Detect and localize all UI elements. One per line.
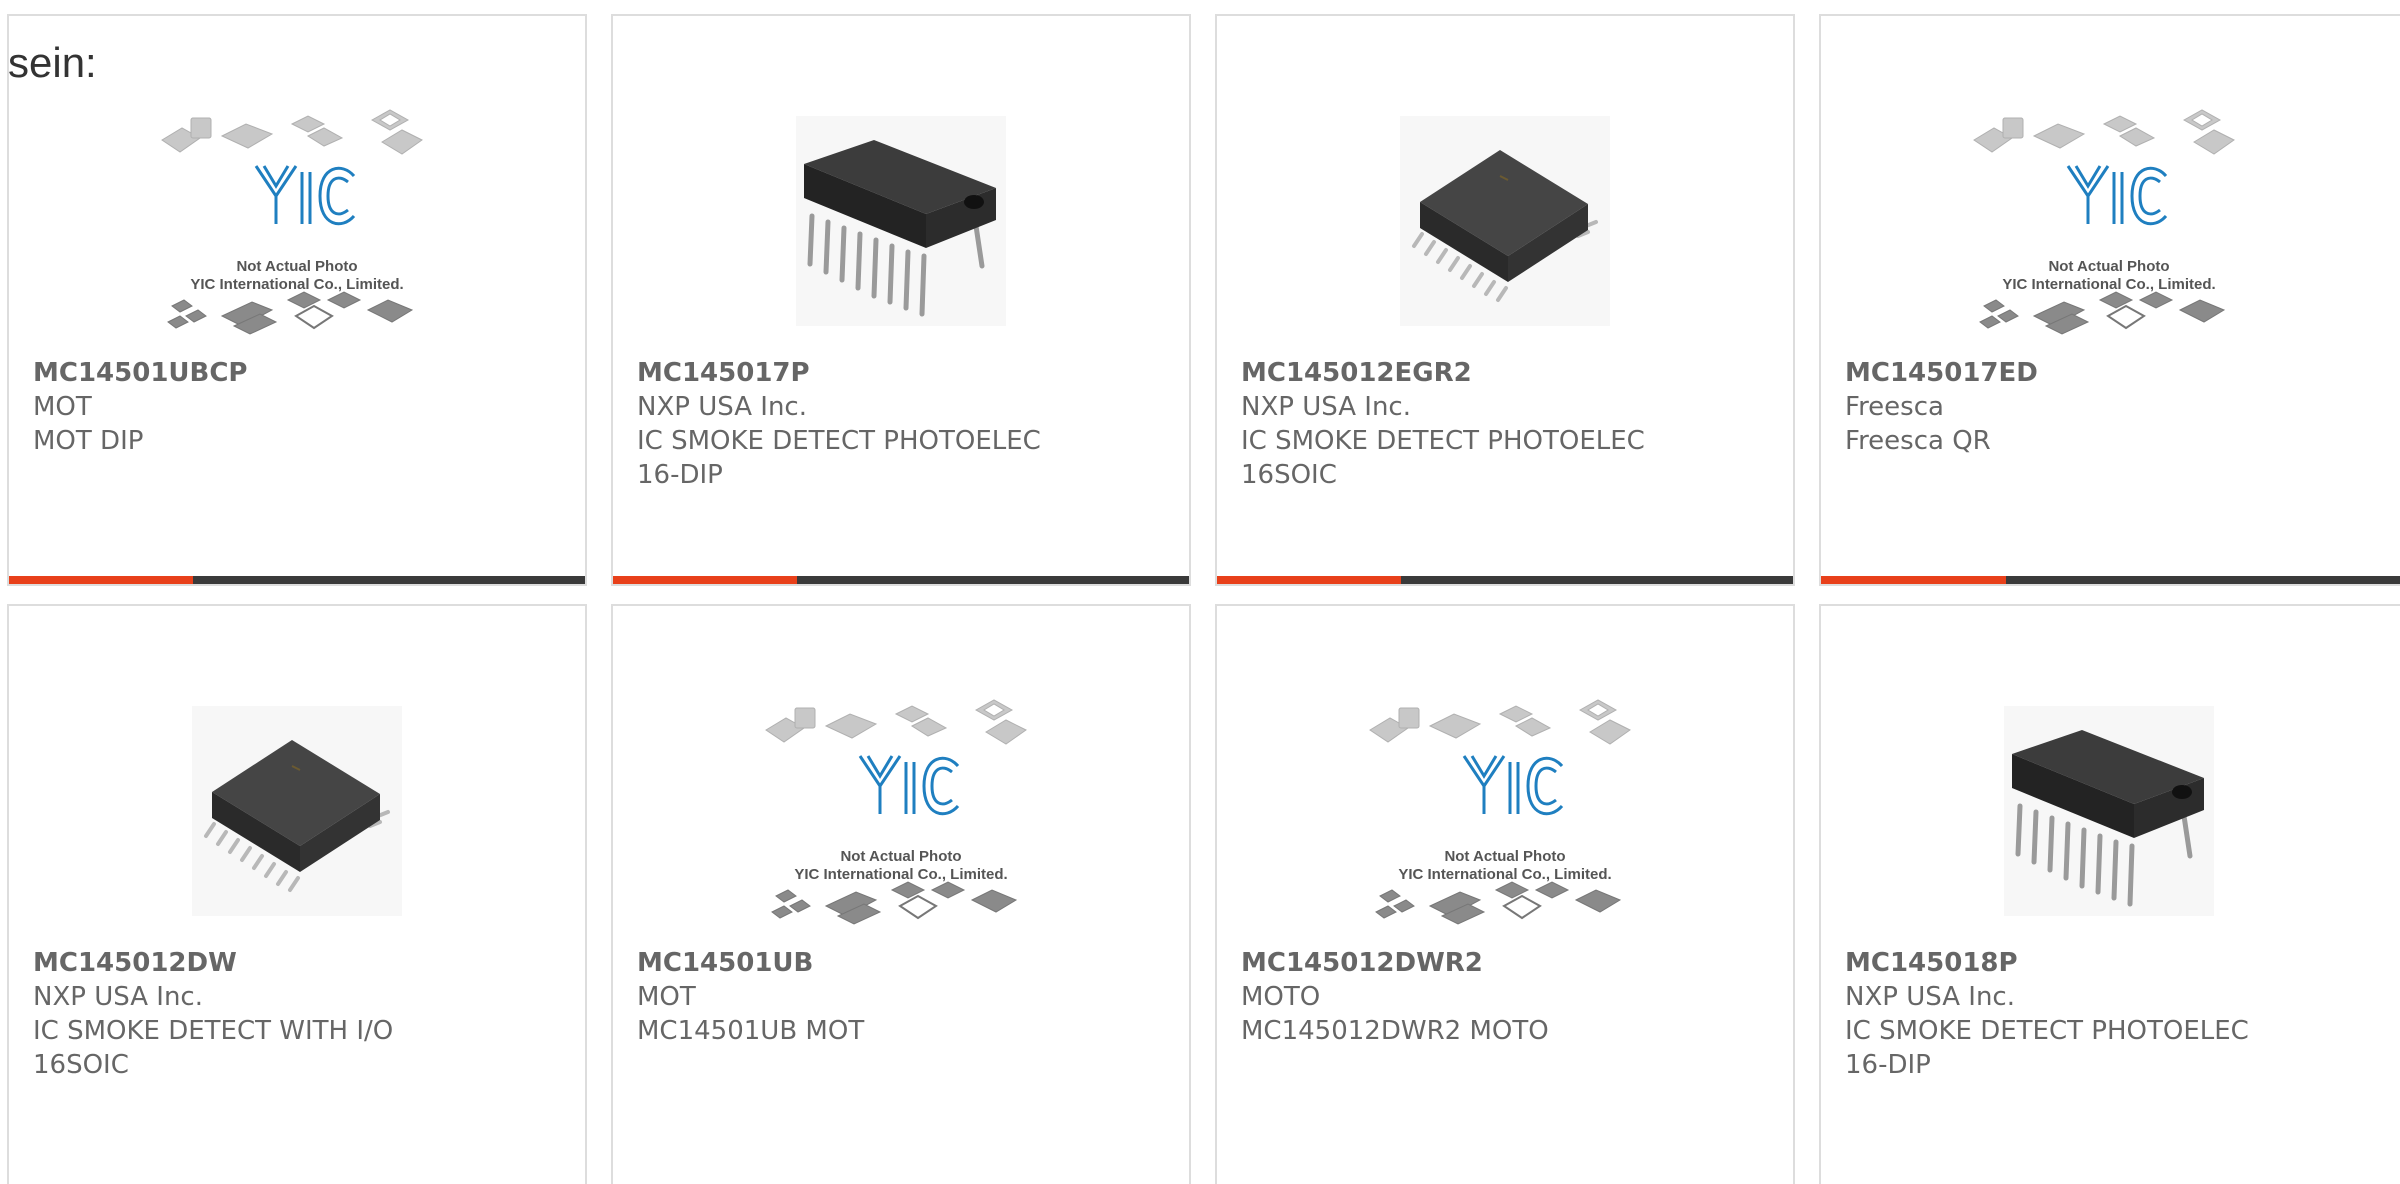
product-image-yic-placeholder[interactable]: Not Actual Photo YIC International Co., … [613, 666, 1189, 956]
placeholder-caption: Not Actual Photo YIC International Co., … [756, 848, 1046, 884]
package: 16-DIP [637, 460, 723, 490]
placeholder-caption-line1: Not Actual Photo [1444, 848, 1566, 865]
yic-placeholder-image-wrap: Not Actual Photo YIC International Co., … [152, 96, 442, 346]
card-bottom-bar [9, 576, 585, 584]
manufacturer: Freesca [1845, 392, 1944, 422]
description: Freesca QR [1845, 426, 1991, 456]
soic-chip-image-wrap [1400, 116, 1610, 326]
description: MC145012DWR2 MOTO [1241, 1016, 1549, 1046]
product-card[interactable]: Not Actual Photo YIC International Co., … [611, 604, 1191, 1184]
product-image-soic-chip[interactable] [1217, 76, 1793, 366]
soic-chip-image-wrap [192, 706, 402, 916]
placeholder-caption-line1: Not Actual Photo [236, 258, 358, 275]
soic-chip-icon [192, 706, 402, 916]
manufacturer: MOT [33, 392, 92, 422]
product-image-yic-placeholder[interactable]: Not Actual Photo YIC International Co., … [9, 76, 585, 366]
card-accent-bar [9, 576, 194, 584]
package: 16-DIP [1845, 1050, 1931, 1080]
description: IC SMOKE DETECT PHOTOELEC [1241, 426, 1645, 456]
package: 16SOIC [1241, 460, 1337, 490]
manufacturer: NXP USA Inc. [1845, 982, 2015, 1012]
placeholder-caption: Not Actual Photo YIC International Co., … [1964, 258, 2254, 294]
part-number[interactable]: MC14501UBCP [33, 356, 575, 390]
description: IC SMOKE DETECT PHOTOELEC [637, 426, 1041, 456]
description: MC14501UB MOT [637, 1016, 865, 1046]
product-card[interactable]: Not Actual Photo YIC International Co., … [7, 14, 587, 586]
yic-placeholder-image-wrap: Not Actual Photo YIC International Co., … [1964, 96, 2254, 346]
product-image-yic-placeholder[interactable]: Not Actual Photo YIC International Co., … [1821, 76, 2397, 366]
placeholder-caption-line1: Not Actual Photo [2048, 258, 2170, 275]
placeholder-caption: Not Actual Photo YIC International Co., … [152, 258, 442, 294]
product-card[interactable]: MC145012EGR2 NXP USA Inc. IC SMOKE DETEC… [1215, 14, 1795, 586]
placeholder-caption-line2: YIC International Co., Limited. [2002, 276, 2216, 293]
product-card[interactable]: MC145018P NXP USA Inc. IC SMOKE DETECT P… [1819, 604, 2400, 1184]
dip-chip-icon [2004, 706, 2214, 916]
card-bottom-bar [1821, 576, 2400, 584]
manufacturer: MOT [637, 982, 696, 1012]
manufacturer: NXP USA Inc. [1241, 392, 1411, 422]
soic-chip-icon [1400, 116, 1610, 326]
yic-placeholder-image-wrap: Not Actual Photo YIC International Co., … [1360, 686, 1650, 936]
yic-placeholder-icon [1973, 109, 2235, 335]
placeholder-caption: Not Actual Photo YIC International Co., … [1360, 848, 1650, 884]
yic-placeholder-icon [161, 109, 423, 335]
description: IC SMOKE DETECT WITH I/O [33, 1016, 394, 1046]
yic-placeholder-icon [765, 699, 1027, 925]
part-number[interactable]: MC14501UB [637, 946, 1179, 980]
manufacturer: NXP USA Inc. [637, 392, 807, 422]
manufacturer: NXP USA Inc. [33, 982, 203, 1012]
placeholder-caption-line1: Not Actual Photo [840, 848, 962, 865]
description: MOT DIP [33, 426, 144, 456]
part-number[interactable]: MC145012DWR2 [1241, 946, 1783, 980]
card-accent-bar [1821, 576, 2006, 584]
dip-chip-image-wrap [2004, 706, 2214, 916]
placeholder-caption-line2: YIC International Co., Limited. [794, 866, 1008, 883]
product-image-dip-chip[interactable] [613, 76, 1189, 366]
yic-placeholder-icon [1369, 699, 1631, 925]
card-accent-bar [613, 576, 798, 584]
product-card[interactable]: MC145012DW NXP USA Inc. IC SMOKE DETECT … [7, 604, 587, 1184]
manufacturer: MOTO [1241, 982, 1321, 1012]
yic-placeholder-image-wrap: Not Actual Photo YIC International Co., … [756, 686, 1046, 936]
card-bottom-bar [613, 576, 1189, 584]
part-number[interactable]: MC145012DW [33, 946, 575, 980]
product-card[interactable]: Not Actual Photo YIC International Co., … [1215, 604, 1795, 1184]
placeholder-caption-line2: YIC International Co., Limited. [190, 276, 404, 293]
part-number[interactable]: MC145017ED [1845, 356, 2400, 390]
dip-chip-image-wrap [796, 116, 1006, 326]
placeholder-caption-line2: YIC International Co., Limited. [1398, 866, 1612, 883]
dip-chip-icon [796, 116, 1006, 326]
product-card[interactable]: Not Actual Photo YIC International Co., … [1819, 14, 2400, 586]
part-number[interactable]: MC145017P [637, 356, 1179, 390]
product-image-dip-chip[interactable] [1821, 666, 2397, 956]
description: IC SMOKE DETECT PHOTOELEC [1845, 1016, 2249, 1046]
package: 16SOIC [33, 1050, 129, 1080]
part-number[interactable]: MC145018P [1845, 946, 2400, 980]
product-image-soic-chip[interactable] [9, 666, 585, 956]
card-accent-bar [1217, 576, 1402, 584]
intro-text: sein: [8, 39, 97, 86]
product-card[interactable]: MC145017P NXP USA Inc. IC SMOKE DETECT P… [611, 14, 1191, 586]
part-number[interactable]: MC145012EGR2 [1241, 356, 1783, 390]
product-image-yic-placeholder[interactable]: Not Actual Photo YIC International Co., … [1217, 666, 1793, 956]
card-bottom-bar [1217, 576, 1793, 584]
